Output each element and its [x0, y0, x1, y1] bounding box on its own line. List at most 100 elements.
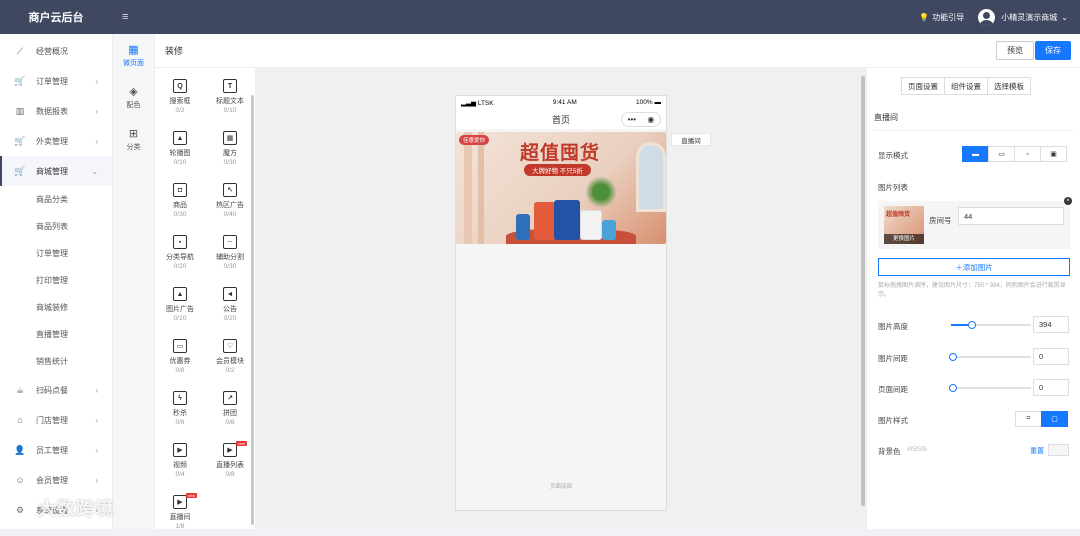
avatar[interactable]: [978, 8, 996, 26]
canvas-scrollbar[interactable]: [861, 76, 865, 506]
chevron-right-icon: ›: [95, 445, 98, 455]
component-item[interactable]: T 标题文本 0/10: [205, 68, 255, 120]
sidebar-item-orders[interactable]: 🛒 订单管理 ›: [0, 66, 112, 96]
component-item[interactable]: ▦ 魔方 0/30: [205, 120, 255, 172]
sidebar-item-stores[interactable]: ⌂ 门店管理 ›: [0, 405, 112, 435]
rounded-corner-icon[interactable]: ▢: [1041, 411, 1068, 427]
cat-label: 微页面: [123, 59, 144, 67]
reset-button[interactable]: 重置: [1030, 446, 1044, 456]
component-item[interactable]: Q 搜索框 0/2: [155, 68, 205, 120]
component-item[interactable]: ▭ 优惠券 0/8: [155, 328, 205, 380]
sidebar-item-label: 外卖管理: [36, 136, 68, 146]
hamburger-menu-icon[interactable]: ≡: [122, 11, 128, 23]
sidebar-item-mall[interactable]: 🛒 商城管理 ⌄: [0, 156, 112, 186]
image-gap-input[interactable]: 0: [1033, 348, 1069, 365]
sub-item-category[interactable]: 商品分类: [0, 186, 112, 213]
user-name[interactable]: 小精灵演示商城: [1001, 12, 1057, 23]
chevron-right-icon: ›: [95, 106, 98, 116]
sub-item-live[interactable]: 直播管理: [0, 321, 112, 348]
component-item[interactable]: ϟ 秒杀 0/8: [155, 380, 205, 432]
sub-item-sales[interactable]: 销售统计: [0, 348, 112, 375]
sub-item-print[interactable]: 打印管理: [0, 267, 112, 294]
sidebar-item-takeout[interactable]: 🛒 外卖管理 ›: [0, 126, 112, 156]
top-bar: 商户云后台 ≡ 💡 功能引导 小精灵演示商城 ⌄: [0, 0, 1080, 34]
cat-category[interactable]: ⊞ 分类: [113, 118, 154, 160]
image-height-input[interactable]: 394: [1033, 316, 1069, 333]
component-count: 0/8: [225, 471, 235, 478]
room-label: 房间号: [929, 216, 952, 225]
component-item[interactable]: ↖ 热区广告 0/40: [205, 172, 255, 224]
slider-knob[interactable]: [949, 353, 957, 361]
component-item[interactable]: ┄ 辅助分割 0/30: [205, 224, 255, 276]
sub-item-decoration[interactable]: 商城装修: [0, 294, 112, 321]
component-item[interactable]: ▶ 直播列表 0/8 new: [205, 432, 255, 484]
sidebar-item-scan-order[interactable]: ☕ 扫码点餐 ›: [0, 375, 112, 405]
product-bottle: [534, 202, 556, 240]
sidebar-item-overview[interactable]: ⟋ 经营概况: [0, 36, 112, 66]
mini-program-capsule[interactable]: ••• ◉: [621, 112, 661, 127]
more-icon[interactable]: •••: [628, 115, 636, 124]
component-item[interactable]: ◘ 商品 0/30: [155, 172, 205, 224]
live-banner[interactable]: 佳惠爱你 超值囤货 大牌好物 不只5折: [456, 132, 666, 244]
chevron-down-icon[interactable]: ⌄: [1061, 13, 1068, 22]
component-icon: ▶: [173, 495, 187, 509]
slider-knob[interactable]: [968, 321, 976, 329]
room-number-input[interactable]: 44: [958, 207, 1064, 225]
image-height-slider[interactable]: [951, 321, 1031, 329]
cat-color[interactable]: ◈ 配色: [113, 76, 154, 118]
component-item[interactable]: ▲ 轮播图 0/10: [155, 120, 205, 172]
component-name: 直播列表: [216, 462, 244, 469]
preview-button[interactable]: 预览: [996, 41, 1034, 60]
mode-small-image-icon[interactable]: ▫: [1014, 146, 1041, 162]
component-item[interactable]: ♡ 会员模块 0/2: [205, 328, 255, 380]
mode-image-text-icon[interactable]: ▭: [988, 146, 1015, 162]
page-margin-input[interactable]: 0: [1033, 379, 1069, 396]
close-circle-icon[interactable]: ◉: [647, 115, 654, 124]
page-footer: 页面底部: [549, 484, 572, 490]
new-badge: new: [185, 493, 197, 498]
save-button[interactable]: 保存: [1035, 41, 1071, 60]
image-thumbnail[interactable]: 超值囤货 更换图片: [884, 206, 924, 244]
component-item[interactable]: ▲ 图片广告 0/10: [155, 276, 205, 328]
component-scrollbar[interactable]: [251, 95, 254, 525]
square-corner-icon[interactable]: ⌗: [1015, 411, 1042, 427]
close-icon[interactable]: ×: [1064, 197, 1072, 205]
mode-card-icon[interactable]: ▣: [1040, 146, 1067, 162]
component-item[interactable]: ↗ 拼团 0/8: [205, 380, 255, 432]
component-icon: ▦: [223, 131, 237, 145]
page-margin-slider[interactable]: [949, 384, 1031, 392]
slider-knob[interactable]: [949, 384, 957, 392]
component-item[interactable]: ▶ 视频 0/4: [155, 432, 205, 484]
component-name: 商品: [173, 202, 187, 209]
component-item[interactable]: ▶ 直播间 1/8 new: [155, 484, 205, 536]
tab-page-settings[interactable]: 页面设置: [901, 77, 945, 95]
sidebar-item-label: 数据报表: [36, 106, 68, 116]
color-swatch[interactable]: [1048, 444, 1069, 456]
cart-icon: 🛒: [14, 135, 26, 146]
component-name: 公告: [223, 306, 237, 313]
tab-component-settings[interactable]: 组件设置: [944, 77, 988, 95]
sub-item-orders[interactable]: 订单管理: [0, 240, 112, 267]
image-gap-slider[interactable]: [949, 353, 1031, 361]
mode-large-image-icon[interactable]: ▬: [962, 146, 989, 162]
image-card: 超值囤货 更换图片 房间号 44: [878, 201, 1070, 249]
selected-component-tag[interactable]: 直播间: [671, 133, 711, 146]
decor-stripe: [464, 132, 472, 244]
add-image-button[interactable]: ＋添加图片: [878, 258, 1070, 276]
sidebar-item-reports[interactable]: ▥ 数据报表 ›: [0, 96, 112, 126]
cat-micro-page[interactable]: ▦ 微页面: [113, 34, 154, 76]
component-icon: ↖: [223, 183, 237, 197]
window-decor: [636, 142, 666, 212]
component-item[interactable]: ◄ 公告 0/20: [205, 276, 255, 328]
sidebar-item-members[interactable]: ☺ 会员管理 ›: [0, 465, 112, 495]
component-item[interactable]: ▪ 分类导航 0/20: [155, 224, 205, 276]
phone-navbar: 首页 ••• ◉: [456, 109, 666, 129]
change-image-button[interactable]: 更换图片: [884, 234, 924, 244]
sub-item-goods[interactable]: 商品列表: [0, 213, 112, 240]
sidebar-item-staff[interactable]: 👤 员工管理 ›: [0, 435, 112, 465]
component-name: 热区广告: [216, 202, 244, 209]
tab-select-template[interactable]: 选择模板: [987, 77, 1031, 95]
component-name: 视频: [173, 462, 187, 469]
guide-link[interactable]: 💡 功能引导: [919, 12, 964, 23]
plant-image: [584, 172, 618, 212]
